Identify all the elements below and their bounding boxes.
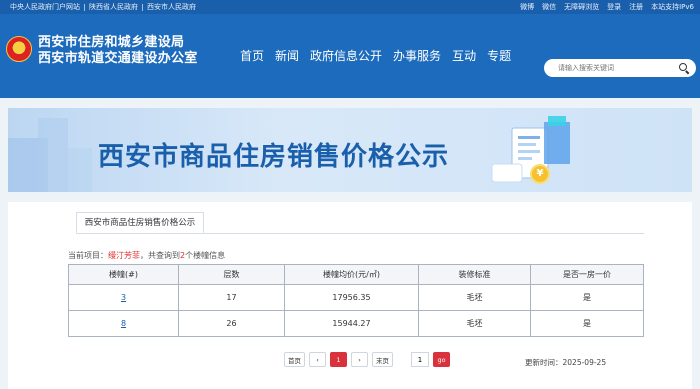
site-title-line1: 西安市住房和城乡建设局 <box>38 35 185 50</box>
project-name: 缦汀芳菲 <box>108 251 140 260</box>
link-central-gov[interactable]: 中央人民政府门户网站 <box>6 2 84 12</box>
first-page-button[interactable]: 首页 <box>284 352 305 367</box>
col-floors: 层数 <box>178 264 285 285</box>
search-input[interactable] <box>558 64 668 72</box>
building-link[interactable]: 8 <box>121 319 126 328</box>
site-title[interactable]: 西安市住房和城乡建设局 西安市轨道交通建设办公室 <box>38 35 198 67</box>
building-price-table: 楼幢(#) 层数 楼幢均价(元/㎡) 装修标准 是否一房一价 3 17 1795… <box>68 264 644 337</box>
site-header: 西安市住房和城乡建设局 西安市轨道交通建设办公室 首页 新闻 政府信息公开 办事… <box>0 14 700 98</box>
col-avg-price: 楼幢均价(元/㎡) <box>284 264 419 285</box>
top-utility-bar: 中央人民政府门户网站 陕西省人民政府 西安市人民政府 微博 微信 无障碍浏览 登… <box>0 0 700 14</box>
banner-title: 西安市商品住房销售价格公示 <box>98 142 450 172</box>
document-chart-illustration <box>491 116 570 183</box>
page-number-current[interactable]: 1 <box>330 352 347 367</box>
query-summary: 当前项目：缦汀芳菲，共查询到2个楼幢信息 <box>68 251 226 260</box>
table-cell: 15944.27 <box>284 310 419 337</box>
search-icon[interactable] <box>678 62 690 75</box>
link-wechat[interactable]: 微信 <box>542 2 556 12</box>
update-time: 更新时间：2025-09-25 <box>525 358 607 367</box>
site-title-line2: 西安市轨道交通建设办公室 <box>38 51 198 66</box>
nav-interaction[interactable]: 互动 <box>452 47 476 64</box>
page-banner: 西安市商品住房销售价格公示 <box>8 108 692 192</box>
search-box <box>544 59 696 77</box>
table-cell: 毛坯 <box>418 310 531 337</box>
pagination: 首页 ‹ 1 › 末页 go <box>284 352 450 367</box>
building-decoration <box>68 148 92 192</box>
col-building: 楼幢(#) <box>68 264 179 285</box>
link-register[interactable]: 注册 <box>629 2 643 12</box>
tab-price-notice[interactable]: 西安市商品住房销售价格公示 <box>76 212 204 234</box>
yuan-coin-icon: ¥ <box>530 164 550 184</box>
link-shaanxi-gov[interactable]: 陕西省人民政府 <box>85 2 142 12</box>
utility-links: 微博 微信 无障碍浏览 登录 注册 本站支持IPv6 <box>520 2 694 12</box>
table-cell: 毛坯 <box>418 284 531 311</box>
content-panel: 西安市商品住房销售价格公示 当前项目：缦汀芳菲，共查询到2个楼幢信息 楼幢(#)… <box>8 202 692 389</box>
building-decoration <box>38 118 68 192</box>
table-row: 3 17 17956.35 毛坯 是 <box>68 284 644 311</box>
link-xian-gov[interactable]: 西安市人民政府 <box>143 2 200 12</box>
last-page-button[interactable]: 末页 <box>372 352 393 367</box>
building-link[interactable]: 3 <box>121 293 126 302</box>
col-decoration: 装修标准 <box>418 264 531 285</box>
next-page-button[interactable]: › <box>351 352 368 367</box>
table-cell: 17 <box>178 284 285 311</box>
table-header-row: 楼幢(#) 层数 楼幢均价(元/㎡) 装修标准 是否一房一价 <box>68 264 644 285</box>
prev-page-button[interactable]: ‹ <box>309 352 326 367</box>
page-jump-input[interactable] <box>411 352 429 367</box>
nav-home[interactable]: 首页 <box>240 47 264 64</box>
gov-links: 中央人民政府门户网站 陕西省人民政府 西安市人民政府 <box>6 2 200 12</box>
link-login[interactable]: 登录 <box>607 2 621 12</box>
nav-services[interactable]: 办事服务 <box>393 47 441 64</box>
tab-underline <box>76 233 644 234</box>
nav-news[interactable]: 新闻 <box>275 47 299 64</box>
table-cell: 是 <box>530 310 644 337</box>
table-cell: 17956.35 <box>284 284 419 311</box>
nav-topics[interactable]: 专题 <box>487 47 511 64</box>
ipv6-notice: 本站支持IPv6 <box>651 3 694 11</box>
link-accessibility[interactable]: 无障碍浏览 <box>564 2 599 12</box>
table-cell: 26 <box>178 310 285 337</box>
nav-gov-info[interactable]: 政府信息公开 <box>310 47 382 64</box>
link-weibo[interactable]: 微博 <box>520 2 534 12</box>
main-nav: 首页 新闻 政府信息公开 办事服务 互动 专题 <box>240 47 511 64</box>
table-cell: 是 <box>530 284 644 311</box>
national-emblem-icon <box>6 36 32 62</box>
go-button[interactable]: go <box>433 352 450 367</box>
col-one-price: 是否一房一价 <box>530 264 644 285</box>
table-row: 8 26 15944.27 毛坯 是 <box>68 310 644 337</box>
